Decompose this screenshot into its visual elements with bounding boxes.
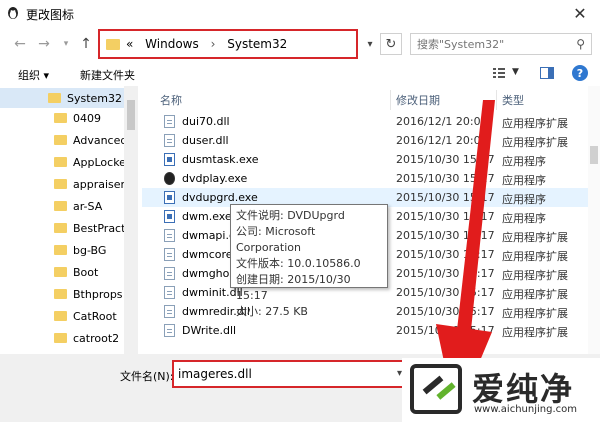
sidebar-item-appraiser[interactable]: appraiser <box>54 174 125 194</box>
arrow-right-icon: → <box>38 36 50 52</box>
sidebar-item-0409[interactable]: 0409 <box>54 108 101 128</box>
breadcrumb-separator: › <box>210 37 216 51</box>
tooltip-company: 公司: Microsoft Corporation <box>236 225 316 254</box>
exe-file-icon <box>164 153 175 166</box>
refresh-icon: ↻ <box>385 36 397 52</box>
chevron-down-icon: ▾ <box>367 38 373 50</box>
search-box[interactable]: ⚲ <box>410 33 592 55</box>
dll-file-icon <box>164 115 175 128</box>
sidebar-item-ar-sa[interactable]: ar-SA <box>54 196 102 216</box>
folder-icon <box>54 179 67 189</box>
dll-file-icon <box>164 229 175 242</box>
tooltip-created: 创建日期: 2015/10/30 15:17 <box>236 273 351 302</box>
tooltip-description: 文件说明: DVDUpgrd <box>236 209 345 222</box>
back-button[interactable]: ← <box>10 34 30 54</box>
forward-button[interactable]: → <box>34 34 54 54</box>
close-button[interactable]: ✕ <box>560 0 600 26</box>
refresh-button[interactable]: ↻ <box>380 33 402 55</box>
arrow-left-icon: ← <box>14 36 26 52</box>
new-folder-button[interactable]: 新建文件夹 <box>80 67 135 83</box>
sidebar-item-boot[interactable]: Boot <box>54 262 98 282</box>
exe-file-icon <box>164 191 175 204</box>
tooltip-size: 大小: 27.5 KB <box>236 305 308 318</box>
filename-input[interactable] <box>178 367 378 381</box>
sidebar-item-bestpractices[interactable]: BestPractic <box>54 218 135 238</box>
column-divider[interactable] <box>390 90 391 110</box>
address-bar[interactable]: « Windows › System32 <box>98 29 358 59</box>
watermark-url: www.aichunjing.com <box>474 404 577 415</box>
up-button[interactable]: ↑ <box>76 34 96 54</box>
sidebar-item-system32[interactable]: System32 <box>48 88 122 108</box>
sidebar-item-bthprops[interactable]: Bthprops <box>54 284 123 304</box>
folder-icon <box>54 267 67 277</box>
brand-logo-icon <box>410 364 462 414</box>
column-header-type[interactable]: 类型 <box>502 90 524 110</box>
folder-icon <box>54 333 67 343</box>
sidebar-scroll-thumb[interactable] <box>127 100 135 130</box>
file-row[interactable]: dvdplay.exe 2015/10/30 15:17 应用程序 <box>142 169 588 188</box>
filename-field[interactable]: ▾ <box>172 360 408 388</box>
dll-file-icon <box>164 305 175 318</box>
address-dropdown-button[interactable]: ▾ <box>362 35 378 53</box>
command-bar: 组织 ▾ 新建文件夹 ▼ ? <box>0 62 600 86</box>
folder-icon <box>54 223 67 233</box>
penguin-app-icon <box>8 7 18 19</box>
folder-icon <box>54 113 67 123</box>
column-header-date[interactable]: 修改日期 <box>396 90 440 110</box>
search-input[interactable] <box>417 37 567 51</box>
chevron-down-icon: ▾ <box>63 39 69 49</box>
dll-file-icon <box>164 267 175 280</box>
column-divider[interactable] <box>496 90 497 110</box>
sidebar-item-catroot2[interactable]: catroot2 <box>54 328 119 348</box>
file-info-tooltip: 文件说明: DVDUpgrd 公司: Microsoft Corporation… <box>230 204 388 318</box>
sidebar-item-catroot[interactable]: CatRoot <box>54 306 117 326</box>
organize-menu[interactable]: 组织 ▾ <box>18 67 49 83</box>
folder-icon <box>54 289 67 299</box>
title-bar: 更改图标 ✕ <box>0 0 600 26</box>
address-row: ← → ▾ ↑ « Windows › System32 ▾ ↻ ⚲ <box>0 26 600 62</box>
search-icon: ⚲ <box>576 37 585 51</box>
file-row[interactable]: duser.dll 2016/12/1 20:01 应用程序扩展 <box>142 131 588 150</box>
folder-icon <box>54 245 67 255</box>
file-list-scrollbar[interactable] <box>588 86 600 354</box>
close-icon: ✕ <box>573 3 587 23</box>
recent-locations-button[interactable]: ▾ <box>56 34 76 54</box>
dll-file-icon <box>164 134 175 147</box>
sidebar-item-bg-bg[interactable]: bg-BG <box>54 240 106 260</box>
watermark: 爱纯净 www.aichunjing.com <box>402 358 600 422</box>
folder-icon <box>106 39 120 50</box>
help-icon[interactable]: ? <box>572 65 588 81</box>
dll-file-icon <box>164 324 175 337</box>
column-header-name[interactable]: 名称 <box>160 90 182 110</box>
folder-icon <box>54 201 67 211</box>
file-list-scroll-thumb[interactable] <box>590 146 598 164</box>
sidebar-item-advanced[interactable]: AdvancedI <box>54 130 131 150</box>
exe-file-icon <box>164 210 175 223</box>
dll-file-icon <box>164 248 175 261</box>
folder-icon <box>54 157 67 167</box>
folder-icon <box>48 93 61 103</box>
preview-pane-icon[interactable] <box>540 67 554 79</box>
view-options-icon[interactable] <box>492 66 506 80</box>
breadcrumb: « Windows › System32 <box>126 37 295 51</box>
breadcrumb-overflow[interactable]: « <box>126 37 133 51</box>
breadcrumb-system32[interactable]: System32 <box>227 37 287 51</box>
breadcrumb-windows[interactable]: Windows <box>145 37 199 51</box>
navigation-pane: System32 0409 AdvancedI AppLocker apprai… <box>0 86 138 354</box>
folder-icon <box>54 135 67 145</box>
arrow-up-icon: ↑ <box>80 36 92 52</box>
file-row[interactable]: dui70.dll 2016/12/1 20:01 应用程序扩展 <box>142 112 588 131</box>
view-dropdown-icon[interactable]: ▼ <box>512 67 519 77</box>
file-row[interactable]: dusmtask.exe 2015/10/30 15:17 应用程序 <box>142 150 588 169</box>
tooltip-version: 文件版本: 10.0.10586.0 <box>236 257 361 270</box>
folder-icon <box>54 311 67 321</box>
file-row[interactable]: DWrite.dll 2015/10/30 15:17 应用程序扩展 <box>142 321 588 340</box>
dll-file-icon <box>164 286 175 299</box>
sidebar-item-applocker[interactable]: AppLocker <box>54 152 130 172</box>
dvd-icon <box>164 172 175 185</box>
filename-label: 文件名(N): <box>120 370 174 383</box>
window-title: 更改图标 <box>26 8 75 22</box>
